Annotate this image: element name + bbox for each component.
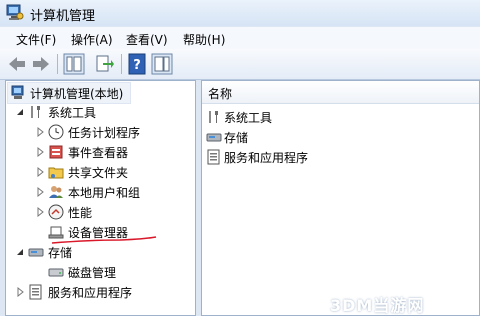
tree-label: 存储 <box>48 246 73 260</box>
tree-label: 性能 <box>68 206 93 220</box>
watermark: 3DM当游网 <box>330 296 425 315</box>
tree-label: 计算机管理(本地) <box>30 87 124 101</box>
computer-management-icon <box>6 4 24 20</box>
tree-label: 磁盘管理 <box>68 266 117 280</box>
tree-label: 共享文件夹 <box>68 166 129 180</box>
tree-item-event-viewer[interactable]: 事件查看器 <box>6 142 186 162</box>
users-icon <box>49 186 63 198</box>
show-action-pane-icon[interactable] <box>151 53 173 75</box>
tree-item-system-tools[interactable]: 系统工具 <box>6 102 186 122</box>
forward-icon[interactable] <box>30 53 52 75</box>
tree-item-task-scheduler[interactable]: 任务计划程序 <box>6 122 186 142</box>
menu-help[interactable]: 帮助(H) <box>183 31 225 48</box>
collapsed-arrow-icon[interactable] <box>35 207 45 217</box>
list-item-label: 服务和应用程序 <box>224 151 309 165</box>
collapsed-arrow-icon[interactable] <box>35 147 45 157</box>
tree-item-disk-management[interactable]: 磁盘管理 <box>6 262 186 282</box>
tree-item-shared-folders[interactable]: 共享文件夹 <box>6 162 186 182</box>
show-hide-tree-icon[interactable] <box>63 53 85 75</box>
list-item[interactable]: 系统工具 <box>204 107 404 127</box>
disk-management-icon <box>48 268 64 277</box>
svg-text:?: ? <box>133 58 141 73</box>
tree-item-storage[interactable]: 存储 <box>6 242 186 262</box>
toolbar-separator <box>121 54 122 74</box>
list-item-label: 存储 <box>224 131 249 145</box>
toolbar-separator <box>57 54 58 74</box>
collapsed-arrow-icon[interactable] <box>35 127 45 137</box>
menu-view[interactable]: 查看(V) <box>126 31 168 48</box>
title-bar: 计算机管理 <box>0 0 480 26</box>
list-item[interactable]: 存储 <box>204 127 404 147</box>
services-icon <box>207 149 220 165</box>
event-viewer-icon <box>49 145 63 159</box>
menu-file[interactable]: 文件(F) <box>16 31 56 48</box>
tree-label: 任务计划程序 <box>68 126 141 140</box>
tree-item-root[interactable]: 计算机管理(本地) <box>7 82 131 104</box>
toolbar: ? <box>0 49 480 80</box>
tree-item-local-users[interactable]: 本地用户和组 <box>6 182 186 202</box>
storage-icon <box>206 133 222 142</box>
expanded-arrow-icon[interactable] <box>15 247 25 257</box>
list-item[interactable]: 服务和应用程序 <box>204 147 404 167</box>
tree-item-services-apps[interactable]: 服务和应用程序 <box>6 282 186 302</box>
tree-label: 服务和应用程序 <box>48 286 133 300</box>
tools-icon <box>209 111 218 123</box>
back-icon[interactable] <box>6 53 28 75</box>
menu-action[interactable]: 操作(A) <box>71 31 113 48</box>
tree-label: 系统工具 <box>48 106 97 120</box>
content-list: 名称 系统工具 存储 服务和应用程序 <box>201 80 480 316</box>
collapsed-arrow-icon[interactable] <box>35 187 45 197</box>
performance-icon <box>48 204 64 220</box>
clock-icon <box>48 124 64 140</box>
collapsed-arrow-icon[interactable] <box>15 287 25 297</box>
column-header-name[interactable]: 名称 <box>202 81 479 104</box>
collapsed-arrow-icon[interactable] <box>35 167 45 177</box>
navigation-tree: 计算机管理(本地) 系统工具 任务计划程序 事件查看器 共享文件夹 本地用户和组… <box>5 80 196 316</box>
storage-icon <box>28 248 44 257</box>
services-icon <box>29 284 42 300</box>
computer-management-icon <box>11 85 24 99</box>
tools-icon <box>31 106 40 118</box>
shared-folder-icon <box>48 167 64 179</box>
tree-label: 本地用户和组 <box>68 186 141 200</box>
column-header-label: 名称 <box>208 87 233 101</box>
list-item-label: 系统工具 <box>224 111 273 125</box>
help-icon[interactable]: ? <box>127 53 149 75</box>
menu-bar: 文件(F) 操作(A) 查看(V) 帮助(H) <box>0 27 480 49</box>
tree-item-performance[interactable]: 性能 <box>6 202 186 222</box>
window-title: 计算机管理 <box>30 9 96 24</box>
tree-label: 事件查看器 <box>68 146 129 160</box>
expanded-arrow-icon[interactable] <box>15 107 25 117</box>
export-list-icon[interactable] <box>93 53 115 75</box>
